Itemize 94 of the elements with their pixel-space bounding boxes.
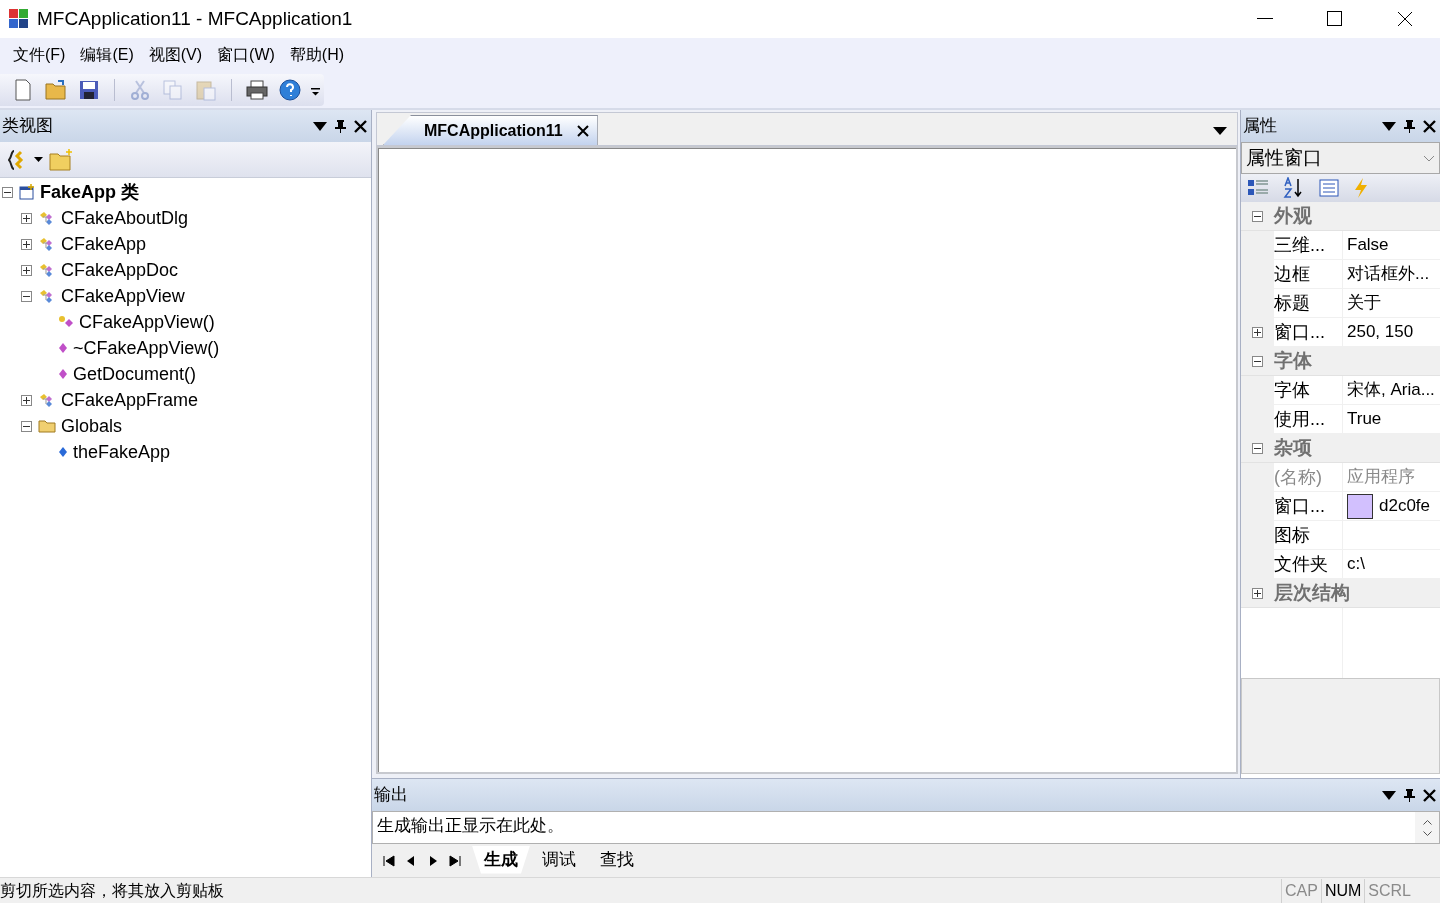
close-icon[interactable] xyxy=(1423,788,1436,802)
property-value-cell[interactable]: c:\ xyxy=(1343,550,1440,579)
status-indicator: NUM xyxy=(1320,878,1365,903)
property-name[interactable]: 窗口... xyxy=(1274,318,1342,347)
menu-item[interactable]: 窗口(W) xyxy=(217,43,275,67)
pane-title: 属性 xyxy=(1243,115,1277,138)
folder-icon xyxy=(38,419,56,433)
tree-item[interactable]: CFakeApp xyxy=(61,230,147,258)
collapse-icon[interactable] xyxy=(1252,442,1263,454)
pin-icon[interactable] xyxy=(335,119,346,133)
scroll-up-icon[interactable] xyxy=(1422,819,1432,825)
tree-item[interactable]: GetDocument() xyxy=(73,360,197,388)
printer-icon[interactable] xyxy=(245,78,269,102)
category-label: 外观 xyxy=(1274,203,1312,228)
help-icon[interactable] xyxy=(278,78,302,102)
pin-icon[interactable] xyxy=(1404,119,1415,133)
expand-icon[interactable] xyxy=(21,394,32,406)
close-icon[interactable] xyxy=(354,119,367,133)
scroll-down-icon[interactable] xyxy=(1422,830,1432,836)
folder-icon[interactable] xyxy=(44,78,68,102)
property-value-cell[interactable]: d2c0fe xyxy=(1343,492,1440,521)
property-name[interactable]: 字体 xyxy=(1274,376,1342,405)
pane-title: 输出 xyxy=(374,784,408,807)
maximize-icon xyxy=(1327,11,1343,27)
dropdown-icon[interactable] xyxy=(313,121,327,131)
key-method-icon xyxy=(58,315,74,329)
collapse-icon[interactable] xyxy=(21,420,32,432)
collapse-icon[interactable] xyxy=(2,186,13,198)
property-name[interactable]: 图标 xyxy=(1274,521,1342,550)
method-icon xyxy=(58,342,68,354)
close-icon[interactable] xyxy=(576,124,589,137)
scrollbar[interactable] xyxy=(1415,812,1439,843)
object-combo[interactable]: 属性窗口 xyxy=(1241,142,1440,174)
app-icon xyxy=(7,7,31,31)
dropdown-icon[interactable] xyxy=(1213,127,1227,135)
tree-item[interactable]: CFakeAboutDlg xyxy=(61,204,189,232)
property-value-cell[interactable]: False xyxy=(1343,231,1440,260)
tree-item[interactable]: ~CFakeAppView() xyxy=(73,334,220,362)
output-tab[interactable]: 生成 xyxy=(472,845,530,874)
sort-az-icon[interactable] xyxy=(1283,177,1305,199)
collapse-icon[interactable] xyxy=(1252,210,1263,222)
minimize-icon xyxy=(1257,18,1273,20)
property-name[interactable]: 文件夹 xyxy=(1274,550,1342,579)
property-name[interactable]: 边框 xyxy=(1274,260,1342,289)
close-icon[interactable] xyxy=(1423,119,1436,133)
property-name[interactable]: 使用... xyxy=(1274,405,1342,434)
status-indicator: CAP xyxy=(1280,878,1321,903)
property-value-cell[interactable]: 250, 150 xyxy=(1343,318,1440,347)
tree-item[interactable]: CFakeAppView() xyxy=(79,308,215,336)
property-value-cell[interactable]: 宋体, Aria... xyxy=(1343,376,1440,405)
pin-icon[interactable] xyxy=(1404,788,1415,802)
status-indicator: SCRL xyxy=(1364,878,1414,903)
tree-item[interactable]: CFakeAppView xyxy=(61,282,185,310)
category-label: 杂项 xyxy=(1274,435,1312,460)
expand-icon[interactable] xyxy=(1252,587,1263,599)
status-message: 剪切所选内容，将其放入剪贴板 xyxy=(0,880,224,901)
dropdown-icon[interactable] xyxy=(1382,790,1396,800)
property-value-cell[interactable]: True xyxy=(1343,405,1440,434)
expand-icon[interactable] xyxy=(21,212,32,224)
categorized-icon[interactable] xyxy=(1247,178,1269,198)
tree-item[interactable]: CFakeAppFrame xyxy=(61,386,199,414)
window-title: MFCApplication11 - MFCApplication1 xyxy=(37,6,353,31)
property-value-cell[interactable]: 对话框外... xyxy=(1343,260,1440,289)
chevron-down-icon xyxy=(1423,154,1435,162)
menu-item[interactable]: 编辑(E) xyxy=(80,43,134,67)
dropdown-icon[interactable] xyxy=(1382,121,1396,131)
document-tab[interactable]: MFCApplication11 xyxy=(383,115,598,145)
menu-item[interactable]: 视图(V) xyxy=(148,43,203,67)
category-label: 层次结构 xyxy=(1274,580,1350,605)
expand-icon[interactable] xyxy=(21,238,32,250)
category-label: 字体 xyxy=(1274,348,1312,373)
tree-item[interactable]: Globals xyxy=(61,412,123,440)
dropdown-icon[interactable] xyxy=(34,157,43,162)
menu-item[interactable]: 文件(F) xyxy=(13,43,66,67)
pane-title: 类视图 xyxy=(2,115,53,138)
menu-item[interactable]: 帮助(H) xyxy=(289,43,345,67)
tree-item[interactable]: FakeApp 类 xyxy=(40,178,140,206)
property-name[interactable]: 标题 xyxy=(1274,289,1342,318)
method-icon xyxy=(58,368,68,380)
project-icon xyxy=(19,184,35,200)
expand-icon[interactable] xyxy=(21,264,32,276)
collapse-icon[interactable] xyxy=(1252,355,1263,367)
output-line: 生成输出正显示在此处。 xyxy=(377,815,565,837)
tree-item[interactable]: theFakeApp xyxy=(73,438,171,466)
property-pages-icon[interactable] xyxy=(1319,179,1339,197)
save-icon[interactable] xyxy=(77,78,101,102)
collapse-icon[interactable] xyxy=(21,290,32,302)
field-icon xyxy=(58,446,68,458)
expand-icon[interactable] xyxy=(1252,327,1263,338)
tree-item[interactable]: CFakeAppDoc xyxy=(61,256,179,284)
property-name[interactable]: 三维... xyxy=(1274,231,1342,260)
property-name[interactable]: 窗口... xyxy=(1274,492,1342,521)
property-value-cell[interactable]: 关于 xyxy=(1343,289,1440,318)
close-icon xyxy=(1397,11,1413,27)
